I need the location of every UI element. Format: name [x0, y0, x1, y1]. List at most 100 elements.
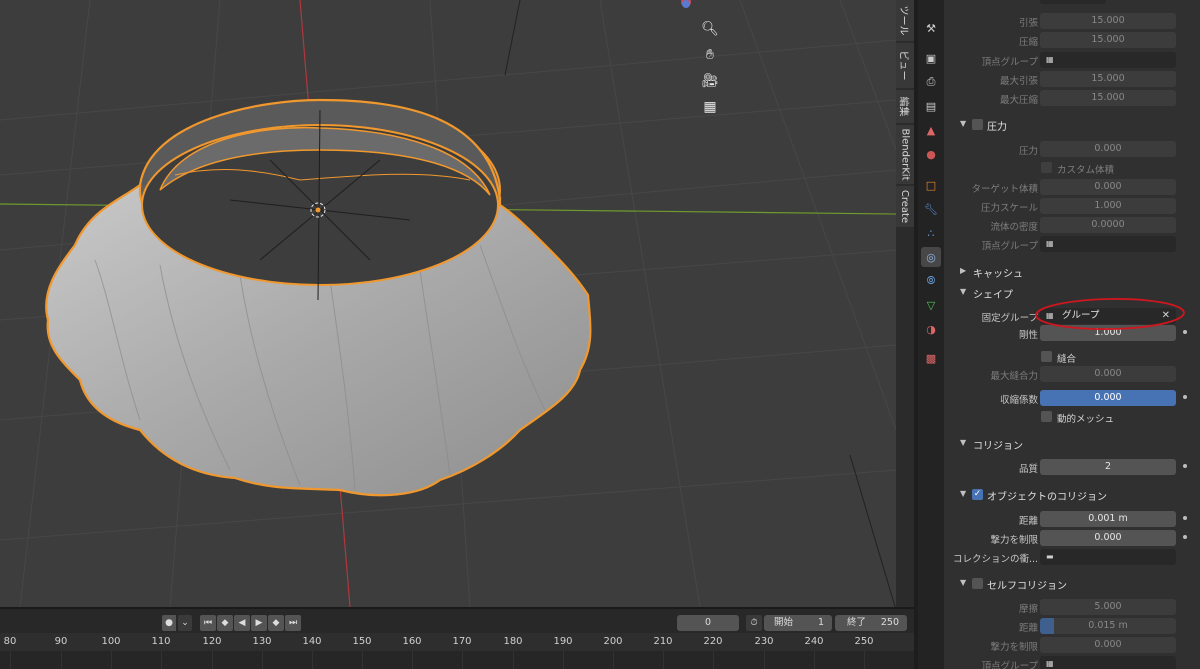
shrink-field[interactable]: 0.000	[1040, 390, 1176, 406]
timeline-gridline	[362, 651, 363, 669]
section-cache[interactable]: ▶ キャッシュ	[944, 261, 1200, 283]
current-frame-field[interactable]: 0	[677, 615, 739, 631]
stopwatch-icon[interactable]: ⏱	[746, 615, 762, 631]
end-frame-field[interactable]: 終了 250	[835, 615, 907, 631]
row-sc-impulse: 撃力を制限 0.000	[944, 636, 1200, 655]
output-icon[interactable]: ⎙	[921, 72, 941, 92]
tab-tool[interactable]: ツール	[896, 0, 914, 42]
pressure-scale-field[interactable]: 1.000	[1040, 198, 1176, 214]
max-compression-field[interactable]: 15.000	[1040, 90, 1176, 106]
section-object-collision[interactable]: ▼ ✓ オブジェクトのコリジョン	[944, 484, 1200, 506]
tension-field[interactable]: 15.000	[1040, 13, 1176, 29]
ruler-tick: 100	[101, 636, 121, 647]
view-layer-icon[interactable]: ▤	[921, 96, 941, 116]
pressure-vertex-group-field[interactable]: ▦	[1040, 236, 1176, 252]
sc-distance-field[interactable]: 0.015 m	[1040, 618, 1176, 634]
ruler-tick: 220	[703, 636, 723, 647]
timeline-gridline	[111, 651, 112, 669]
sc-vertex-group-field[interactable]: ▦	[1040, 656, 1176, 669]
keyframe-dot-icon[interactable]	[1183, 395, 1187, 399]
row-vertex-group: 頂点グループ ▦	[944, 51, 1200, 70]
collection-field[interactable]: ▬	[1040, 549, 1176, 565]
data-icon[interactable]: ▽	[921, 295, 941, 315]
next-keyframe-icon[interactable]: ◆	[268, 615, 284, 631]
row-collection: コレクションの衝... ▬	[944, 548, 1200, 567]
pressure-field[interactable]: 0.000	[1040, 141, 1176, 157]
particles-icon[interactable]: ∴	[921, 223, 941, 243]
sc-distance-fill	[1040, 618, 1054, 634]
world-icon[interactable]: ●	[921, 144, 941, 164]
jump-start-icon[interactable]: ⏮	[200, 615, 216, 631]
sewing-checkbox[interactable]	[1041, 351, 1052, 362]
play-icon[interactable]: ▶	[251, 615, 267, 631]
object-collision-checkbox[interactable]: ✓	[972, 489, 983, 500]
timeline-body[interactable]	[0, 651, 914, 669]
hand-pan-icon[interactable]: ✋︎	[698, 43, 722, 67]
row-sc-vertex-group: 頂点グループ ▦	[944, 655, 1200, 669]
keyframe-dot-icon[interactable]	[1183, 535, 1187, 539]
tab-blenderkit[interactable]: BlenderKit	[896, 125, 914, 185]
self-collision-checkbox[interactable]	[972, 578, 983, 589]
timeline-gridline	[312, 651, 313, 669]
vertex-group-field[interactable]: ▦	[1040, 52, 1176, 68]
prev-keyframe-icon[interactable]: ◆	[217, 615, 233, 631]
row-pressure-vertex-group: 頂点グループ ▦	[944, 235, 1200, 254]
expand-arrow-icon: ▼	[960, 489, 967, 498]
play-reverse-icon[interactable]: ◀	[234, 615, 250, 631]
row-oc-distance: 距離 0.001 m	[944, 510, 1200, 529]
start-frame-field[interactable]: 開始 1	[764, 615, 832, 631]
timeline-gridline	[663, 651, 664, 669]
physics-icon[interactable]: ◎	[921, 247, 941, 267]
sc-impulse-field[interactable]: 0.000	[1040, 637, 1176, 653]
pressure-checkbox[interactable]	[972, 119, 983, 130]
record-icon[interactable]: ●	[162, 615, 176, 631]
dynamic-mesh-checkbox[interactable]	[1041, 411, 1052, 422]
section-pressure[interactable]: ▼ 圧力	[944, 114, 1200, 136]
top-field[interactable]	[1040, 0, 1106, 4]
section-collision[interactable]: ▼ コリジョン	[944, 433, 1200, 455]
texture-icon[interactable]: ▩	[921, 348, 941, 368]
modifier-icon[interactable]: 🔧︎	[921, 199, 941, 219]
quality-field[interactable]: 2	[1040, 459, 1176, 475]
render-icon[interactable]: ▣	[921, 48, 941, 68]
scene-icon[interactable]: ▲	[921, 120, 941, 140]
fluid-density-field[interactable]: 0.0000	[1040, 217, 1176, 233]
tab-create[interactable]: Create	[896, 186, 914, 228]
tab-view[interactable]: ビュー	[896, 43, 914, 89]
timeline-gridline	[513, 651, 514, 669]
frame-ruler[interactable]: 80 90 100 110 120 130 140 150 160 170 18…	[0, 633, 914, 651]
n-panel-tabs: ツール ビュー 編集 BlenderKit Create	[896, 0, 914, 607]
row-target-volume: ターゲット体積 0.000	[944, 178, 1200, 197]
keyframe-dot-icon[interactable]	[1183, 464, 1187, 468]
material-icon[interactable]: ◑	[921, 319, 941, 339]
expand-arrow-icon: ▼	[960, 438, 967, 447]
compression-field[interactable]: 15.000	[1040, 32, 1176, 48]
grid-view-icon[interactable]: ▦	[698, 95, 722, 119]
object-icon[interactable]: □	[921, 175, 941, 195]
constraints-icon[interactable]: ⦾	[921, 271, 941, 291]
tool-icon[interactable]: ⚒	[921, 18, 941, 38]
target-volume-field[interactable]: 0.000	[1040, 179, 1176, 195]
max-sewing-field[interactable]: 0.000	[1040, 366, 1176, 382]
max-tension-field[interactable]: 15.000	[1040, 71, 1176, 87]
keyframe-dot-icon[interactable]	[1183, 516, 1187, 520]
section-self-collision[interactable]: ▼ セルフコリジョン	[944, 573, 1200, 595]
oc-impulse-field[interactable]: 0.000	[1040, 530, 1176, 546]
ruler-tick: 140	[302, 636, 322, 647]
record-dropdown-icon[interactable]: ⌄	[178, 615, 192, 631]
oc-distance-field[interactable]: 0.001 m	[1040, 511, 1176, 527]
jump-end-icon[interactable]: ⏭	[285, 615, 301, 631]
zoom-icon[interactable]: 🔍︎	[698, 17, 722, 41]
tab-edit[interactable]: 編集	[896, 90, 914, 124]
row-max-sewing: 最大縫合力 0.000	[944, 365, 1200, 384]
expand-arrow-icon: ▼	[960, 119, 967, 128]
row-quality: 品質 2	[944, 458, 1200, 477]
3d-viewport[interactable]: 🔍︎ ✋︎ 🎥︎ ▦	[0, 0, 896, 607]
properties-panel: 引張 15.000 圧縮 15.000 頂点グループ ▦ 最大引張 15.000…	[944, 0, 1200, 669]
custom-volume-checkbox[interactable]	[1041, 162, 1052, 173]
ruler-tick: 230	[754, 636, 774, 647]
sc-friction-field[interactable]: 5.000	[1040, 599, 1176, 615]
camera-icon[interactable]: 🎥︎	[698, 69, 722, 93]
ruler-tick: 80	[3, 636, 17, 647]
ruler-tick: 240	[804, 636, 824, 647]
